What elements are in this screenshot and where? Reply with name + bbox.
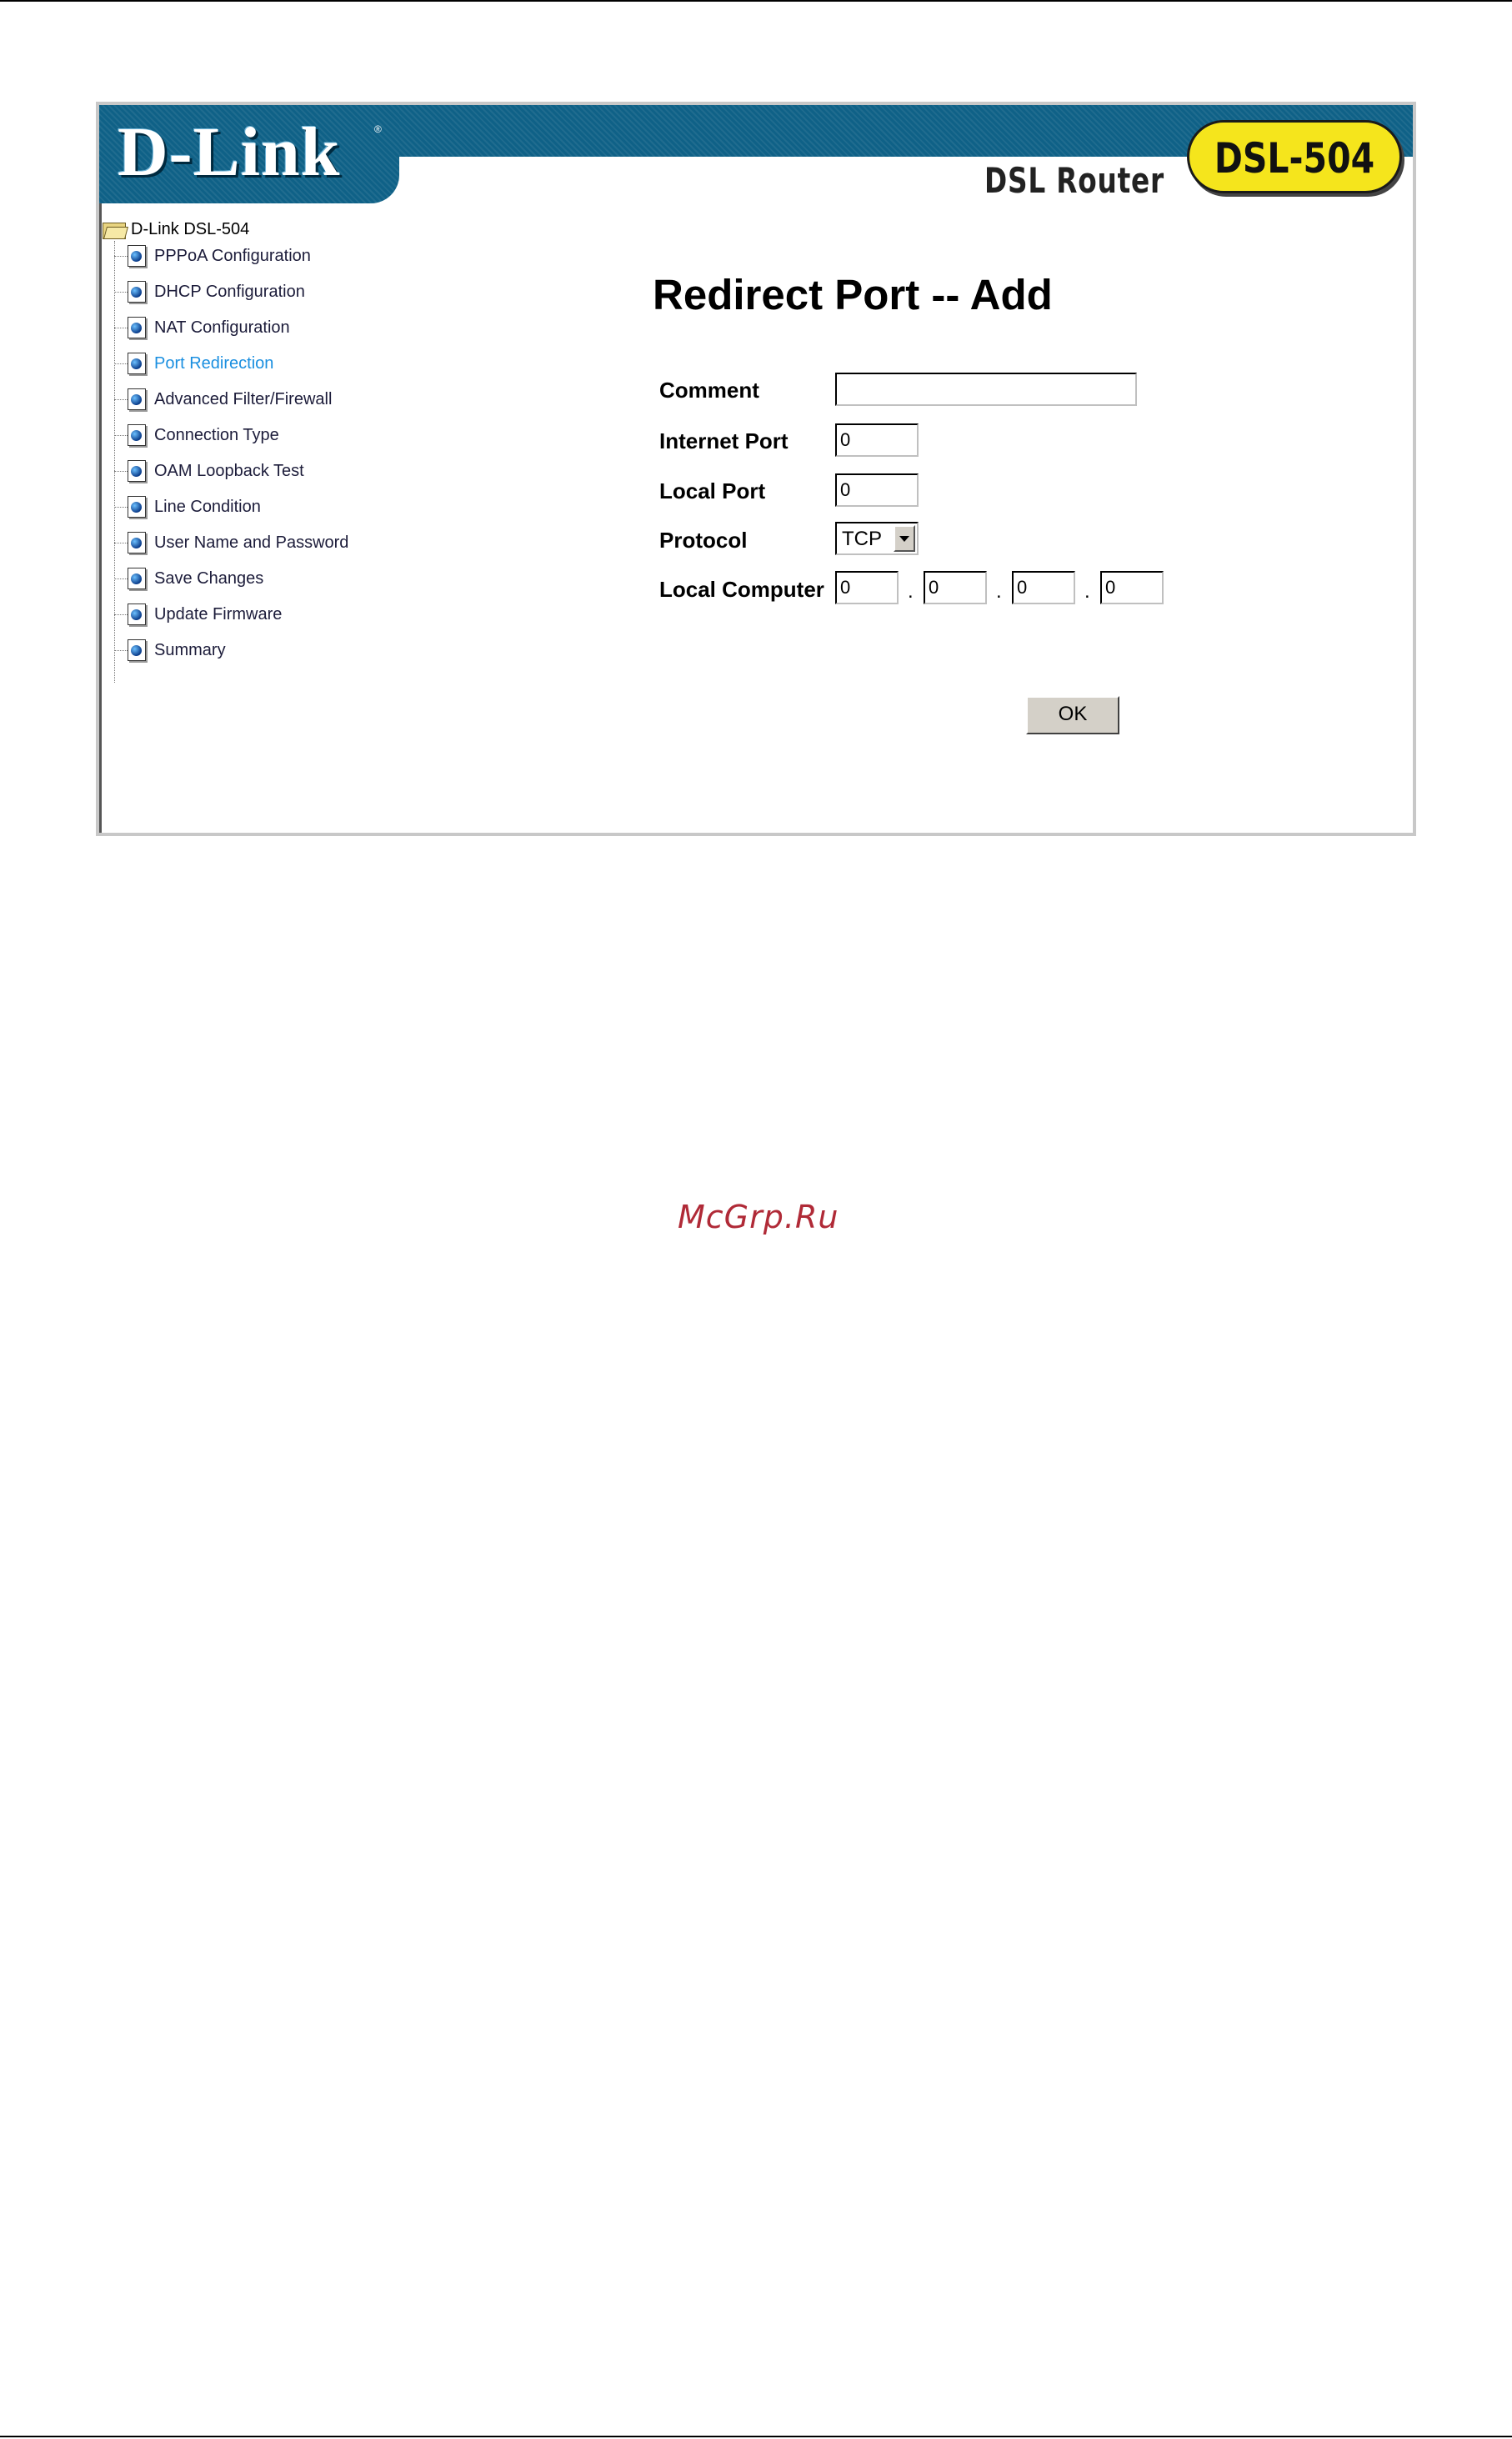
page-icon (128, 568, 146, 589)
local-port-input[interactable] (835, 473, 919, 507)
sidebar-item-label: Update Firmware (154, 604, 283, 624)
page-icon (128, 245, 146, 267)
page-icon (128, 424, 146, 446)
folder-icon (103, 220, 129, 239)
sidebar-item-advanced-filter-firewall[interactable]: Advanced Filter/Firewall (114, 386, 332, 413)
page-icon (128, 388, 146, 410)
watermark: McGrp.Ru (678, 1199, 839, 1235)
page-icon (128, 532, 146, 553)
comment-label: Comment (659, 378, 759, 403)
sidebar-item-line-condition[interactable]: Line Condition (114, 493, 261, 520)
local-port-label: Local Port (659, 478, 766, 503)
page-title: Redirect Port -- Add (653, 271, 1053, 318)
sidebar-item-label: Connection Type (154, 425, 279, 444)
ip-separator: . (1084, 580, 1090, 603)
page-icon (128, 460, 146, 482)
internet-port-input[interactable] (835, 423, 919, 457)
ip-separator: . (908, 580, 914, 603)
sidebar-item-user-name-and-password[interactable]: User Name and Password (114, 529, 348, 556)
sidebar-item-label: User Name and Password (154, 533, 349, 552)
sidebar-item-pppoa-configuration[interactable]: PPPoA Configuration (114, 243, 311, 269)
sidebar-item-label: DHCP Configuration (154, 282, 305, 301)
dropdown-arrow-button[interactable] (894, 525, 915, 552)
page-icon (128, 639, 146, 661)
sidebar-item-summary[interactable]: Summary (114, 637, 226, 664)
bottom-rule (0, 2436, 1512, 2437)
internet-port-label: Internet Port (659, 428, 789, 453)
ip-separator: . (996, 580, 1002, 603)
sidebar-item-label: PPPoA Configuration (154, 246, 311, 265)
dlink-logo: D-Link (118, 113, 341, 191)
chevron-down-icon (899, 536, 909, 542)
page-icon (128, 353, 146, 374)
page-icon (128, 281, 146, 303)
sidebar-item-label: Advanced Filter/Firewall (154, 389, 333, 408)
protocol-label: Protocol (659, 528, 748, 553)
sidebar-item-label: NAT Configuration (154, 318, 290, 337)
ip-octet-3-input[interactable] (1012, 571, 1075, 604)
page-icon (128, 317, 146, 338)
header-banner: D-Link ® DSL Router DSL-504 (99, 105, 1413, 203)
protocol-selected-value: TCP (842, 528, 882, 550)
sidebar-item-dhcp-configuration[interactable]: DHCP Configuration (114, 278, 305, 305)
logo-tab: D-Link ® (99, 105, 399, 203)
ip-octet-4-input[interactable] (1100, 571, 1164, 604)
comment-input[interactable] (835, 373, 1137, 406)
sidebar-item-label: Port Redirection (154, 353, 274, 373)
local-computer-label: Local Computer (659, 577, 824, 602)
sidebar-item-port-redirection[interactable]: Port Redirection (114, 350, 273, 377)
ip-octet-1-input[interactable] (835, 571, 899, 604)
page-icon (128, 603, 146, 625)
sidebar-item-nat-configuration[interactable]: NAT Configuration (114, 314, 290, 341)
model-badge-text: DSL-504 (1214, 134, 1375, 183)
sidebar-item-label: OAM Loopback Test (154, 461, 304, 480)
sidebar-item-label: Save Changes (154, 568, 264, 588)
sidebar-item-label: Summary (154, 640, 226, 659)
model-badge: DSL-504 (1187, 120, 1402, 193)
sidebar-item-oam-loopback-test[interactable]: OAM Loopback Test (114, 458, 304, 484)
top-rule (0, 0, 1512, 2)
ip-octet-2-input[interactable] (924, 571, 987, 604)
sidebar-item-label: Line Condition (154, 497, 261, 516)
ok-button[interactable]: OK (1026, 696, 1119, 734)
sidebar-item-connection-type[interactable]: Connection Type (114, 422, 279, 448)
tree-root[interactable]: D-Link DSL-504 (103, 218, 249, 241)
sidebar-item-update-firmware[interactable]: Update Firmware (114, 601, 282, 628)
registered-mark: ® (374, 123, 382, 135)
product-name: DSL Router (984, 160, 1164, 201)
router-window: D-Link ® DSL Router DSL-504 D-Link DSL-5… (96, 102, 1416, 836)
tree-root-label: D-Link DSL-504 (131, 219, 250, 238)
sidebar-item-save-changes[interactable]: Save Changes (114, 565, 263, 592)
protocol-select[interactable]: TCP (835, 522, 919, 555)
page-icon (128, 496, 146, 518)
